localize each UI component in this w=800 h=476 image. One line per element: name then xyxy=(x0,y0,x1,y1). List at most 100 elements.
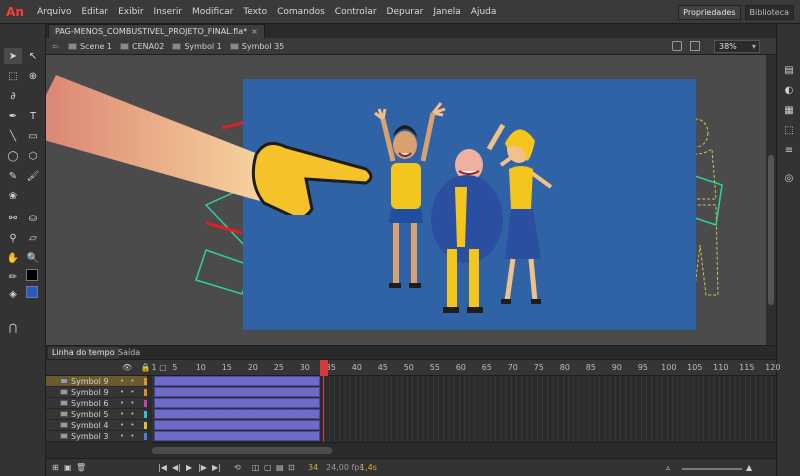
tween-span[interactable] xyxy=(154,420,320,430)
close-icon[interactable]: × xyxy=(251,27,258,36)
tab-saida[interactable]: Saída xyxy=(114,347,144,359)
menu-editar[interactable]: Editar xyxy=(76,0,113,24)
zoom-in-timeline-icon[interactable]: ▲ xyxy=(746,463,752,472)
layer-row[interactable]: Symbol 4 • • xyxy=(46,420,147,431)
layer-visibility-lock-icons[interactable]: 👁 🔒 ▢ xyxy=(122,363,170,372)
layer-toggles[interactable]: • • xyxy=(120,409,136,420)
canvas-vertical-scrollbar[interactable] xyxy=(766,55,776,345)
layer-row[interactable]: Symbol 3 • • xyxy=(46,431,147,442)
tween-span[interactable] xyxy=(154,376,320,386)
menu-modificar[interactable]: Modificar xyxy=(187,0,238,24)
breadcrumb-symbol-35[interactable]: Symbol 35 xyxy=(229,42,284,51)
free-transform-icon[interactable]: ⬚ xyxy=(4,68,22,84)
menu-inserir[interactable]: Inserir xyxy=(149,0,188,24)
tween-span[interactable] xyxy=(154,398,320,408)
layer-row[interactable]: Symbol 6 • • xyxy=(46,398,147,409)
delete-layer-icon[interactable]: 🗑 xyxy=(76,463,86,472)
library-icon[interactable]: ≡ xyxy=(783,144,795,156)
menu-exibir[interactable]: Exibir xyxy=(113,0,148,24)
eyedropper-icon[interactable]: ⚲ xyxy=(4,230,22,246)
menu-comandos[interactable]: Comandos xyxy=(272,0,330,24)
pasteboard[interactable] xyxy=(46,55,766,345)
last-frame-icon[interactable]: ▶| xyxy=(212,463,221,472)
edit-scene-icon[interactable] xyxy=(672,41,682,51)
stroke-color-swatch[interactable] xyxy=(26,269,38,281)
layer-toggles[interactable]: • • xyxy=(120,387,136,398)
first-frame-icon[interactable]: |◀ xyxy=(158,463,167,472)
fill-color-swatch[interactable] xyxy=(26,286,38,298)
loop-icon[interactable]: ⟲ xyxy=(234,463,241,472)
layer-row[interactable]: Symbol 9 • • xyxy=(46,376,147,387)
rectangle-tool-icon[interactable]: ▭ xyxy=(24,128,42,144)
layer-outline-color[interactable] xyxy=(144,389,147,396)
back-arrow-icon[interactable]: ⇦ xyxy=(52,42,62,51)
layer-toggles[interactable]: • • xyxy=(120,420,136,431)
layer-row[interactable]: Symbol 5 • • xyxy=(46,409,147,420)
deco-tool-icon[interactable]: ❀ xyxy=(4,188,22,204)
subselection-tool-icon[interactable]: ↖ xyxy=(24,48,42,64)
layer-toggles[interactable]: • • xyxy=(120,376,136,387)
menu-depurar[interactable]: Depurar xyxy=(382,0,429,24)
breadcrumb-scene[interactable]: Scene 1 xyxy=(68,42,112,51)
layer-row[interactable]: Symbol 9 • • xyxy=(46,387,147,398)
transform-icon[interactable]: ⬚ xyxy=(783,124,795,136)
menu-texto[interactable]: Texto xyxy=(238,0,272,24)
swatches-icon[interactable]: ▦ xyxy=(783,104,795,116)
3d-rotation-icon[interactable]: ⊕ xyxy=(24,68,42,84)
scrollbar-thumb[interactable] xyxy=(768,155,774,305)
tween-span[interactable] xyxy=(154,431,320,441)
tween-span[interactable] xyxy=(154,387,320,397)
menu-controlar[interactable]: Controlar xyxy=(330,0,382,24)
tab-linha-do-tempo[interactable]: Linha do tempo xyxy=(48,347,119,359)
zoom-tool-icon[interactable]: 🔍 xyxy=(24,250,42,266)
paint-bucket-icon[interactable]: ⛀ xyxy=(24,210,42,226)
layer-toggles[interactable]: • • xyxy=(120,431,136,442)
document-tab[interactable]: PAG-MENOS_COMBUSTIVEL_PROJETO_FINAL.fla*… xyxy=(48,24,265,38)
menu-ajuda[interactable]: Ajuda xyxy=(466,0,502,24)
bone-tool-icon[interactable]: ⚯ xyxy=(4,210,22,226)
layer-outline-color[interactable] xyxy=(144,400,147,407)
selection-tool-icon[interactable]: ➤ xyxy=(4,48,22,64)
breadcrumb-cena[interactable]: CENA02 xyxy=(120,42,164,51)
lasso-icon[interactable]: ∂ xyxy=(4,88,22,104)
playhead[interactable] xyxy=(320,360,328,376)
layer-outline-color[interactable] xyxy=(144,422,147,429)
scrollbar-thumb[interactable] xyxy=(152,447,332,454)
brush-icon[interactable]: 🖌 xyxy=(24,168,42,184)
timeline-scrollbar[interactable] xyxy=(152,442,776,458)
onion-outline-icon[interactable]: ▢ xyxy=(264,463,272,472)
fps-value[interactable]: 24,00 fps xyxy=(326,463,364,472)
align-icon[interactable]: ▤ xyxy=(783,64,795,76)
line-tool-icon[interactable]: ╲ xyxy=(4,128,22,144)
hand-tool-icon[interactable]: ✋ xyxy=(4,250,22,266)
tab-propriedades[interactable]: Propriedades xyxy=(678,4,741,20)
menu-arquivo[interactable]: Arquivo xyxy=(32,0,76,24)
color-icon[interactable]: ◐ xyxy=(783,84,795,96)
frames-area[interactable] xyxy=(152,376,776,442)
text-tool-icon[interactable]: T xyxy=(24,108,42,124)
new-folder-icon[interactable]: ▣ xyxy=(64,463,72,472)
zoom-select[interactable]: 38% xyxy=(714,40,760,53)
eraser-icon[interactable]: ▱ xyxy=(24,230,42,246)
prev-frame-icon[interactable]: ◀| xyxy=(172,463,181,472)
layer-toggles[interactable]: • • xyxy=(120,398,136,409)
edit-multiple-icon[interactable]: ▤ xyxy=(276,463,284,472)
tween-span[interactable] xyxy=(154,409,320,419)
zoom-out-timeline-icon[interactable]: ▵ xyxy=(666,463,670,472)
polystar-tool-icon[interactable]: ⬡ xyxy=(24,148,42,164)
snap-magnet-icon[interactable]: ⋂ xyxy=(4,320,22,336)
menu-janela[interactable]: Janela xyxy=(428,0,465,24)
layer-outline-color[interactable] xyxy=(144,433,147,440)
play-icon[interactable]: ▶ xyxy=(186,463,192,472)
tab-biblioteca[interactable]: Biblioteca xyxy=(744,4,794,20)
layer-outline-color[interactable] xyxy=(144,378,147,385)
onion-skin-icon[interactable]: ◫ xyxy=(252,463,260,472)
layer-outline-color[interactable] xyxy=(144,411,147,418)
breadcrumb-symbol-1[interactable]: Symbol 1 xyxy=(172,42,222,51)
new-layer-icon[interactable]: ⊞ xyxy=(52,463,59,472)
next-frame-icon[interactable]: |▶ xyxy=(198,463,207,472)
edit-symbol-icon[interactable] xyxy=(690,41,700,51)
oval-tool-icon[interactable]: ◯ xyxy=(4,148,22,164)
current-frame-value[interactable]: 34 xyxy=(308,463,318,472)
pencil-icon[interactable]: ✎ xyxy=(4,168,22,184)
